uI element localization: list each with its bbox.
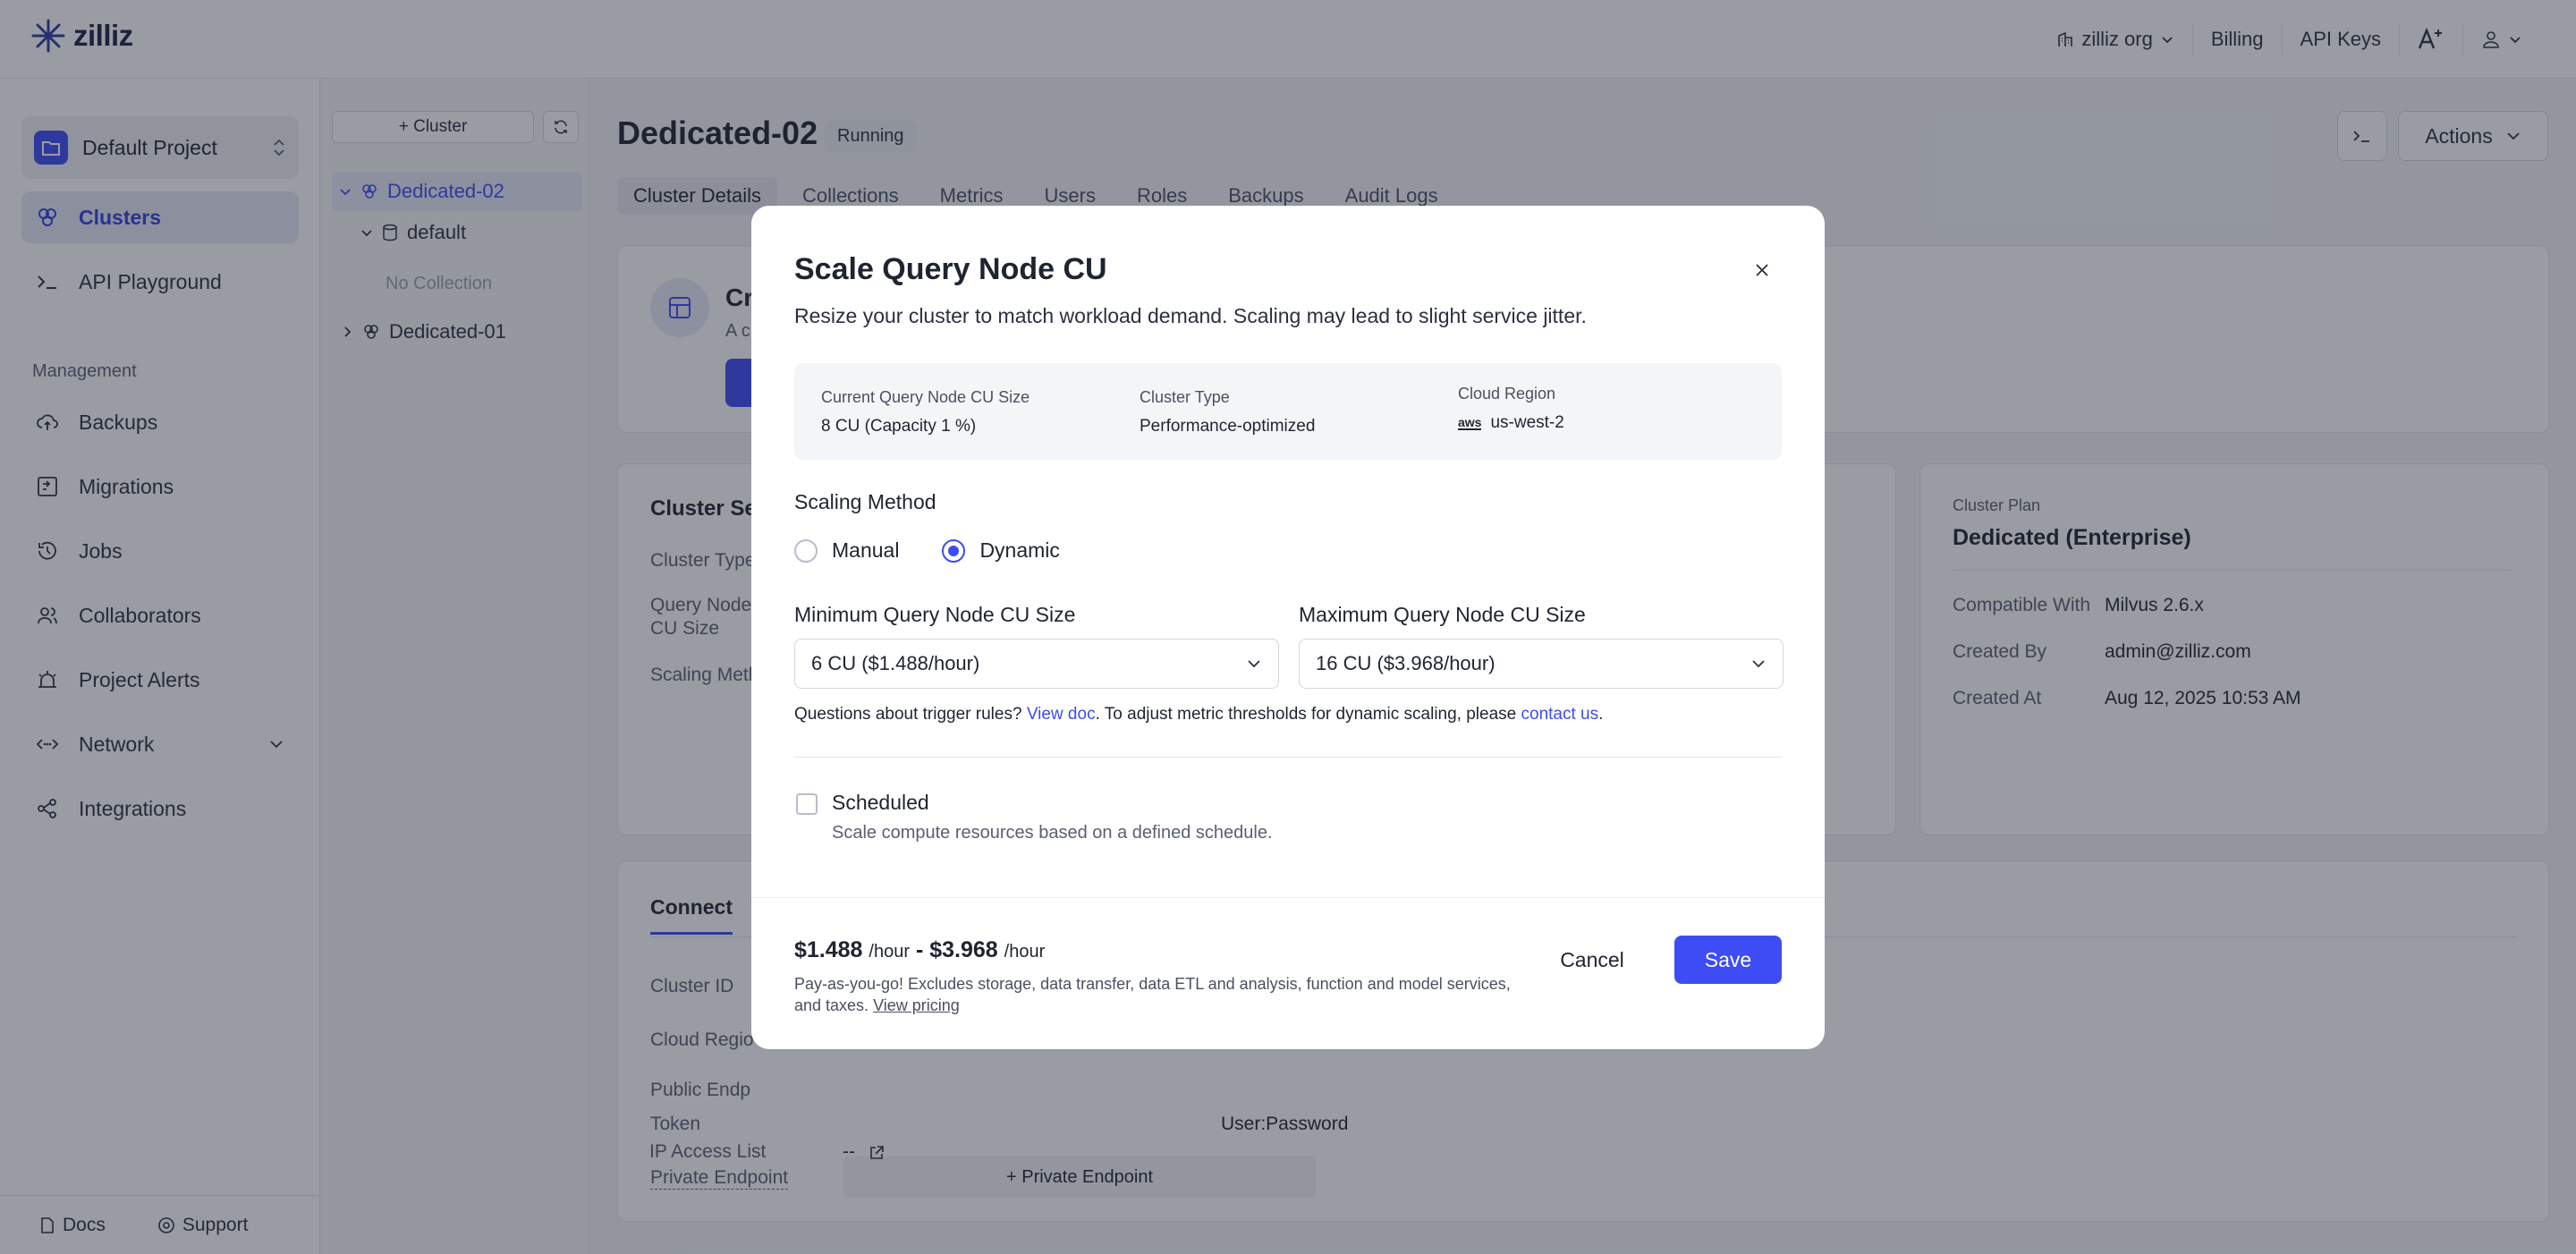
price-range: $1.488 /hour - $3.968 /hour	[794, 937, 1045, 963]
cluster-info-box: Current Query Node CU Size 8 CU (Capacit…	[794, 363, 1782, 460]
min-cu-value: 6 CU ($1.488/hour)	[811, 652, 980, 674]
chevron-down-icon	[1248, 660, 1260, 668]
close-icon	[1756, 264, 1768, 276]
close-button[interactable]	[1750, 258, 1775, 283]
trigger-rules-help: Questions about trigger rules? View doc.…	[794, 705, 1603, 724]
scheduled-description: Scale compute resources based on a defin…	[832, 823, 1273, 843]
price-unit: /hour	[869, 942, 911, 962]
price-note: Pay-as-you-go! Excludes storage, data tr…	[794, 973, 1528, 1016]
save-button[interactable]: Save	[1674, 936, 1782, 984]
cluster-type-value: Performance-optimized	[1140, 417, 1316, 436]
scheduled-label[interactable]: Scheduled	[832, 791, 929, 815]
manual-radio[interactable]	[794, 538, 818, 563]
price-separator: -	[915, 937, 924, 962]
contact-us-link[interactable]: contact us	[1521, 705, 1599, 724]
cluster-type-label: Cluster Type	[1140, 388, 1230, 406]
aws-logo-icon: aws	[1458, 415, 1482, 430]
max-cu-value: 16 CU ($3.968/hour)	[1316, 652, 1496, 674]
region-name: us-west-2	[1490, 413, 1564, 432]
help-text: . To adjust metric thresholds for dynami…	[1095, 705, 1521, 724]
chevron-down-icon	[1752, 660, 1765, 668]
cloud-region-label: Cloud Region	[1458, 385, 1556, 402]
dynamic-label[interactable]: Dynamic	[979, 538, 1059, 563]
cloud-region-value: aws us-west-2	[1458, 413, 1564, 433]
price-max: $3.968	[929, 937, 998, 962]
min-cu-label: Minimum Query Node CU Size	[794, 603, 1076, 626]
min-cu-select[interactable]: 6 CU ($1.488/hour)	[794, 639, 1279, 689]
modal-subtitle: Resize your cluster to match workload de…	[794, 304, 1587, 327]
help-text: Questions about trigger rules?	[794, 705, 1027, 724]
divider	[794, 757, 1782, 758]
scale-query-node-modal: Scale Query Node CU Resize your cluster …	[751, 206, 1825, 1049]
modal-title: Scale Query Node CU	[794, 252, 1107, 286]
price-min: $1.488	[794, 937, 863, 962]
dynamic-radio[interactable]	[942, 538, 966, 563]
cancel-button[interactable]: Cancel	[1547, 936, 1637, 984]
price-unit: /hour	[1004, 942, 1046, 962]
max-cu-select[interactable]: 16 CU ($3.968/hour)	[1299, 639, 1784, 689]
view-doc-link[interactable]: View doc	[1027, 705, 1096, 724]
max-cu-label: Maximum Query Node CU Size	[1299, 603, 1586, 626]
manual-label[interactable]: Manual	[832, 538, 899, 563]
current-cu-label: Current Query Node CU Size	[821, 388, 1030, 406]
help-text: .	[1598, 705, 1604, 724]
scheduled-checkbox[interactable]	[796, 793, 818, 815]
scaling-method-group: Manual Dynamic	[794, 538, 1060, 563]
view-pricing-link[interactable]: View pricing	[873, 996, 960, 1014]
current-cu-value: 8 CU (Capacity 1 %)	[821, 417, 977, 436]
scaling-method-label: Scaling Method	[794, 490, 936, 513]
modal-footer: $1.488 /hour - $3.968 /hour Pay-as-you-g…	[751, 897, 1825, 1049]
